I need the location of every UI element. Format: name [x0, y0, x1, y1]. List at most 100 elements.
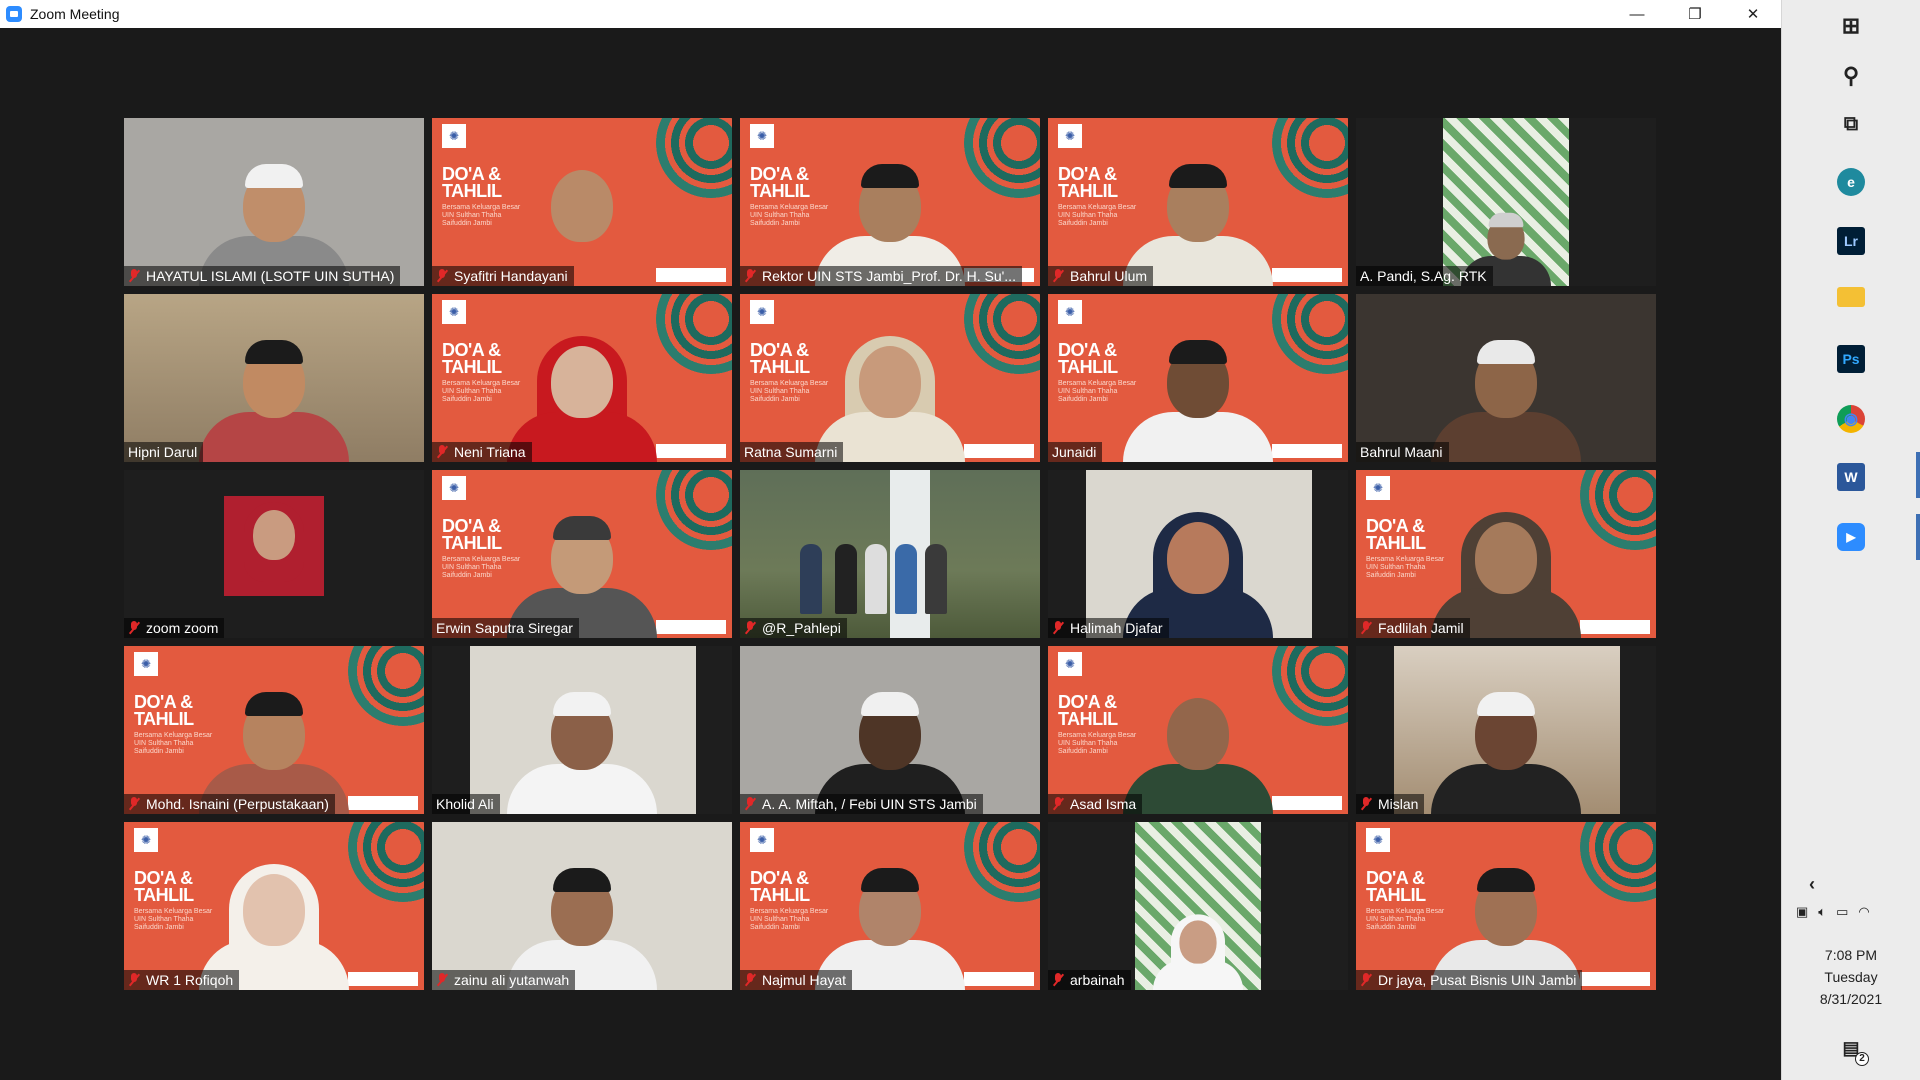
participant-video	[1123, 340, 1273, 462]
participant-name: Junaidi	[1052, 444, 1097, 460]
participant-name: Hipni Darul	[128, 444, 198, 460]
mic-muted-icon	[1052, 797, 1064, 811]
windows-taskbar: ⊞ ⚲ ⧉ e Lr ▬ Ps ◉ W ▶ ‹ ▣ 🔈︎ ▭ ◠ 7:08 PM…	[1781, 0, 1920, 1080]
sponsor-logos	[1580, 972, 1650, 986]
participant-name-label: Bahrul Maani	[1356, 442, 1449, 462]
gallery-grid: HAYATUL ISLAMI (LSOTF UIN SUTHA) ✺ DO'A & T…	[124, 118, 1656, 1020]
minimize-button[interactable]: —	[1608, 0, 1666, 28]
photoshop-icon[interactable]: Ps	[1837, 345, 1865, 373]
participant-tile[interactable]: ✺ DO'A & TAHLIL Bersama Keluarga Besar UIN …	[1048, 118, 1348, 286]
uin-logo-icon: ✺	[750, 124, 774, 148]
lightroom-icon[interactable]: Lr	[1837, 227, 1865, 255]
mic-muted-icon	[128, 621, 140, 635]
participant-tile[interactable]: Kholid Ali	[432, 646, 732, 814]
clock-date[interactable]: 8/31/2021	[1782, 988, 1920, 1010]
chrome-icon[interactable]: ◉	[1837, 405, 1865, 433]
word-active-indicator	[1916, 452, 1920, 498]
participant-tile[interactable]: ✺ DO'A & TAHLIL Bersama Keluarga Besar UIN …	[740, 118, 1040, 286]
poster-title: DO'A & TAHLIL	[134, 868, 194, 905]
participant-tile[interactable]: ✺ DO'A & TAHLIL Bersama Keluarga Besar UIN …	[432, 294, 732, 462]
restore-button[interactable]: ❐	[1666, 0, 1724, 28]
notification-center-icon[interactable]: ▤ 2	[1837, 1034, 1869, 1066]
participant-tile[interactable]: ✺ DO'A & TAHLIL Bersama Keluarga Besar UIN …	[124, 822, 424, 990]
clock-day[interactable]: Tuesday	[1782, 966, 1920, 988]
participant-name: Bahrul Ulum	[1070, 268, 1148, 284]
participant-video	[1153, 914, 1243, 990]
mic-muted-icon	[1360, 797, 1372, 811]
participant-tile[interactable]: zainu ali yutanwah	[432, 822, 732, 990]
participant-tile[interactable]: HAYATUL ISLAMI (LSOTF UIN SUTHA)	[124, 118, 424, 286]
participant-tile[interactable]: @R_Pahlepi	[740, 470, 1040, 638]
poster-title: DO'A & TAHLIL	[1058, 692, 1118, 729]
participant-name: Syafitri Handayani	[454, 268, 568, 284]
task-view-icon[interactable]: ⧉	[1837, 110, 1865, 138]
mic-muted-icon	[744, 797, 756, 811]
participant-name: Najmul Hayat	[762, 972, 847, 988]
participant-name: zainu ali yutanwah	[454, 972, 570, 988]
close-button[interactable]: ✕	[1724, 0, 1782, 28]
participant-name: zoom zoom	[146, 620, 219, 636]
file-explorer-icon[interactable]: ▬	[1837, 287, 1865, 307]
participant-tile[interactable]: ✺ DO'A & TAHLIL Bersama Keluarga Besar UIN …	[1048, 646, 1348, 814]
wifi-icon[interactable]: ◠	[1858, 904, 1869, 920]
device-icon[interactable]: ▣	[1796, 904, 1808, 920]
participant-name-label: Neni Triana	[432, 442, 532, 462]
zoom-taskbar-icon[interactable]: ▶	[1837, 523, 1865, 551]
participant-tile[interactable]: zoom zoom	[124, 470, 424, 638]
participant-name-label: Rektor UIN STS Jambi_Prof. Dr. H. Su'...	[740, 266, 1022, 286]
participant-tile[interactable]: Mislan	[1356, 646, 1656, 814]
chevron-left-icon[interactable]: ‹	[1798, 870, 1826, 898]
system-tray: ▣ 🔈︎ ▭ ◠	[1796, 904, 1870, 920]
participant-tile[interactable]: ✺ DO'A & TAHLIL Bersama Keluarga Besar UIN …	[740, 822, 1040, 990]
word-icon[interactable]: W	[1837, 463, 1865, 491]
participant-name-label: Halimah Djafar	[1048, 618, 1169, 638]
clock-time[interactable]: 7:08 PM	[1782, 944, 1920, 966]
edge-icon[interactable]: e	[1837, 168, 1865, 196]
participant-tile[interactable]: ✺ DO'A & TAHLIL Bersama Keluarga Besar UIN …	[432, 470, 732, 638]
mic-muted-icon	[1052, 269, 1064, 283]
participant-tile[interactable]: A. A. Miftah, / Febi UIN STS Jambi	[740, 646, 1040, 814]
participant-tile[interactable]: Bahrul Maani	[1356, 294, 1656, 462]
participant-tile[interactable]: A. Pandi, S.Ag. RTK	[1356, 118, 1656, 286]
participant-tile[interactable]: ✺ DO'A & TAHLIL Bersama Keluarga Besar UIN …	[1356, 470, 1656, 638]
uin-logo-icon: ✺	[134, 828, 158, 852]
participant-tile[interactable]: ✺ DO'A & TAHLIL Bersama Keluarga Besar UIN …	[432, 118, 732, 286]
participant-tile[interactable]: ✺ DO'A & TAHLIL Bersama Keluarga Besar UIN …	[1356, 822, 1656, 990]
participant-name-label: HAYATUL ISLAMI (LSOTF UIN SUTHA)	[124, 266, 401, 286]
participant-name: Bahrul Maani	[1360, 444, 1443, 460]
group-member	[800, 544, 822, 614]
sponsor-logos	[348, 796, 418, 810]
participant-tile[interactable]: ✺ DO'A & TAHLIL Bersama Keluarga Besar UIN …	[740, 294, 1040, 462]
participant-name: Erwin Saputra Siregar	[436, 620, 573, 636]
sponsor-logos	[964, 972, 1034, 986]
participant-name-label: Najmul Hayat	[740, 970, 853, 990]
participant-name-label: Dr jaya, Pusat Bisnis UIN Jambi	[1356, 970, 1583, 990]
sponsor-logos	[1272, 444, 1342, 458]
mic-muted-icon	[128, 269, 140, 283]
sponsor-logos	[1272, 796, 1342, 810]
poster-title: DO'A & TAHLIL	[1058, 340, 1118, 377]
poster-title: DO'A & TAHLIL	[1366, 868, 1426, 905]
title-bar: Zoom Meeting — ❐ ✕	[0, 0, 1782, 28]
participant-name-label: Ratna Sumarni	[740, 442, 844, 462]
group-member	[865, 544, 887, 614]
search-icon[interactable]: ⚲	[1837, 62, 1865, 90]
battery-icon[interactable]: ▭	[1836, 904, 1848, 920]
uin-logo-icon: ✺	[1366, 828, 1390, 852]
poster-title: DO'A & TAHLIL	[750, 868, 810, 905]
participant-tile[interactable]: Hipni Darul	[124, 294, 424, 462]
windows-start-icon[interactable]: ⊞	[1837, 12, 1865, 40]
group-member	[835, 544, 857, 614]
participant-tile[interactable]: arbainah	[1048, 822, 1348, 990]
participant-name-label: zoom zoom	[124, 618, 225, 638]
participant-name: Neni Triana	[454, 444, 526, 460]
volume-icon[interactable]: 🔈︎	[1818, 904, 1826, 920]
participant-tile[interactable]: Halimah Djafar	[1048, 470, 1348, 638]
participant-tile[interactable]: ✺ DO'A & TAHLIL Bersama Keluarga Besar UIN …	[1048, 294, 1348, 462]
participant-name-label: Kholid Ali	[432, 794, 500, 814]
participant-video	[199, 340, 349, 462]
participant-name-label: zainu ali yutanwah	[432, 970, 576, 990]
participant-tile[interactable]: ✺ DO'A & TAHLIL Bersama Keluarga Besar UIN …	[124, 646, 424, 814]
uin-logo-icon: ✺	[134, 652, 158, 676]
participant-name-label: Junaidi	[1048, 442, 1103, 462]
